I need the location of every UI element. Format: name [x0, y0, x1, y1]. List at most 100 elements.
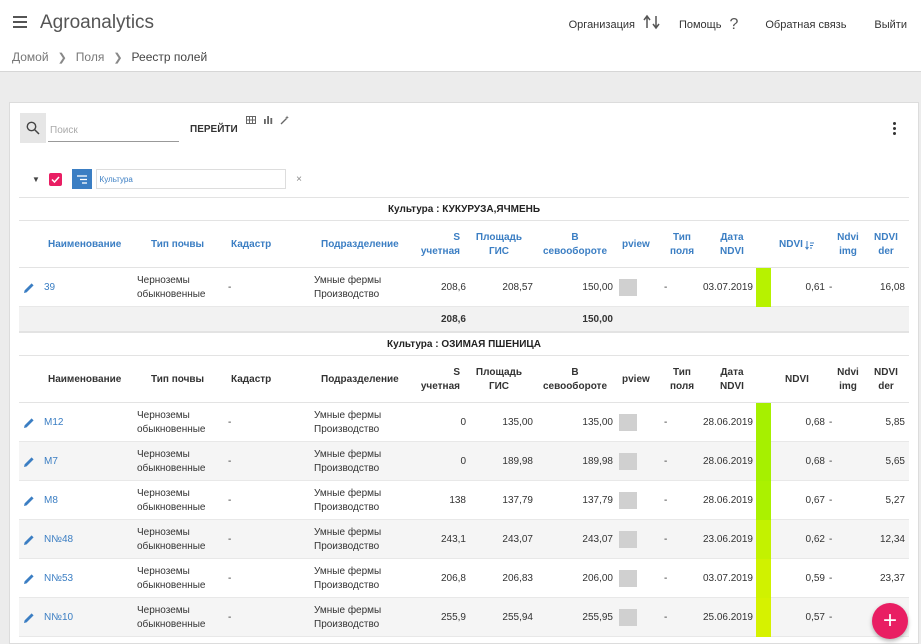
- column-header-division[interactable]: Подразделение: [321, 356, 399, 403]
- rotation-cell: 135,00: [582, 416, 613, 428]
- cadastre-cell: -: [228, 455, 232, 467]
- pview-cell[interactable]: [619, 520, 637, 559]
- pview-cell[interactable]: [619, 442, 637, 481]
- bar-chart-icon[interactable]: [263, 115, 273, 125]
- column-header-s-account[interactable]: S учетная: [414, 221, 460, 268]
- table-row[interactable]: N№10 Черноземы обыкновенные - Умные фермы П…: [19, 598, 909, 637]
- area-gis-cell: 206,83: [502, 572, 533, 584]
- soil-cell: Черноземы обыкновенные: [137, 487, 206, 513]
- ndvi-date-cell: 03.07.2019: [702, 572, 753, 584]
- table-row[interactable]: 39 Черноземы обыкновенные - Умные фермы Про…: [19, 268, 909, 307]
- field-type-cell: -: [664, 455, 668, 467]
- column-header-cadastre[interactable]: Кадастр: [231, 221, 271, 268]
- pencil-icon[interactable]: [23, 403, 35, 442]
- feedback-button[interactable]: Обратная связь: [765, 19, 846, 31]
- column-header-rotation[interactable]: В севообороте: [541, 221, 609, 268]
- caret-down-icon[interactable]: ▼: [32, 175, 49, 184]
- column-header-rotation[interactable]: В севообороте: [541, 356, 609, 403]
- column-header-ndvi[interactable]: NDVI: [785, 356, 809, 403]
- soil-cell: Черноземы обыкновенные: [137, 604, 206, 630]
- s-account-cell: 255,9: [440, 611, 466, 623]
- search-input[interactable]: [48, 119, 179, 142]
- column-header-field-type[interactable]: Тип поля: [667, 356, 697, 403]
- pencil-icon[interactable]: [23, 598, 35, 637]
- ndvi-cell: 0,57: [805, 611, 825, 623]
- ndvi-der-cell: 5,27: [885, 494, 905, 506]
- add-field-button[interactable]: +: [872, 603, 908, 639]
- organization-button[interactable]: Организация: [569, 14, 661, 35]
- field-type-cell: -: [664, 533, 668, 545]
- field-name-link[interactable]: M12: [44, 403, 63, 442]
- column-header-ndvi-date[interactable]: Дата NDVI: [709, 356, 755, 403]
- table-row[interactable]: M12 Черноземы обыкновенные - Умные фермы Пр…: [19, 403, 909, 442]
- table-header: Наименование Тип почвы Кадастр Подраздел…: [19, 221, 909, 268]
- ndvi-date-cell: 28.06.2019: [702, 494, 753, 506]
- column-header-ndvi-der[interactable]: NDVI der: [871, 221, 901, 268]
- search-button[interactable]: [20, 113, 46, 143]
- field-name-link[interactable]: N№53: [44, 559, 73, 598]
- s-account-cell: 243,1: [440, 533, 466, 545]
- pencil-icon[interactable]: [23, 268, 35, 307]
- column-header-ndvi[interactable]: NDVI: [779, 221, 815, 268]
- table-row[interactable]: N№53 Черноземы обыкновенные - Умные фермы П…: [19, 559, 909, 598]
- hamburger-menu-icon[interactable]: [13, 16, 27, 28]
- pencil-icon[interactable]: [23, 442, 35, 481]
- column-header-pview[interactable]: pview: [622, 221, 650, 268]
- more-options-icon[interactable]: [893, 122, 897, 137]
- column-header-name[interactable]: Наименование: [48, 356, 121, 403]
- grouping-field[interactable]: Культура: [95, 169, 287, 189]
- go-button[interactable]: ПЕРЕЙТИ: [190, 124, 238, 135]
- help-button[interactable]: Помощь ?: [679, 16, 738, 34]
- breadcrumb-home[interactable]: Домой: [12, 50, 49, 64]
- pview-cell[interactable]: [619, 481, 637, 520]
- column-header-pview[interactable]: pview: [622, 356, 650, 403]
- column-header-ndvi-img[interactable]: Ndvi img: [834, 356, 862, 403]
- pview-cell[interactable]: [619, 559, 637, 598]
- grouping-checkbox[interactable]: [49, 172, 63, 186]
- table-row[interactable]: M7 Черноземы обыкновенные - Умные фермы Про…: [19, 442, 909, 481]
- column-header-ndvi-img[interactable]: Ndvi img: [834, 221, 862, 268]
- ndvi-cell: 0,59: [805, 572, 825, 584]
- field-name-link[interactable]: 39: [44, 268, 55, 307]
- table-view-icon[interactable]: [246, 115, 256, 125]
- field-name-link[interactable]: M7: [44, 442, 58, 481]
- column-header-ndvi-date[interactable]: Дата NDVI: [709, 221, 755, 268]
- soil-cell: Черноземы обыкновенные: [137, 526, 206, 552]
- breadcrumb-fields[interactable]: Поля: [76, 50, 105, 64]
- table-row[interactable]: N№48 Черноземы обыкновенные - Умные фермы П…: [19, 520, 909, 559]
- column-header-name[interactable]: Наименование: [48, 221, 121, 268]
- column-header-cadastre[interactable]: Кадастр: [231, 356, 271, 403]
- column-header-area-gis[interactable]: Площадь ГИС: [471, 221, 527, 268]
- field-name-link[interactable]: N№48: [44, 520, 73, 559]
- table-row[interactable]: M8 Черноземы обыкновенные - Умные фермы Про…: [19, 481, 909, 520]
- pencil-icon[interactable]: [23, 520, 35, 559]
- column-header-s-account[interactable]: S учетная: [414, 356, 460, 403]
- field-shape-thumbnail: [619, 414, 637, 431]
- column-header-division[interactable]: Подразделение: [321, 221, 399, 268]
- close-icon[interactable]: ×: [296, 174, 302, 185]
- help-label: Помощь: [678, 18, 722, 31]
- column-header-area-gis[interactable]: Площадь ГИС: [471, 356, 527, 403]
- field-name-link[interactable]: N№10: [44, 598, 73, 637]
- pview-cell[interactable]: [619, 403, 637, 442]
- division-cell: Умные фермы Производство: [314, 604, 382, 630]
- pview-cell[interactable]: [619, 598, 637, 637]
- pencil-icon[interactable]: [23, 481, 35, 520]
- column-header-soil[interactable]: Тип почвы: [151, 356, 204, 403]
- ndvi-der-cell: 23,37: [879, 572, 905, 584]
- column-header-field-type[interactable]: Тип поля: [667, 221, 697, 268]
- logout-button[interactable]: Выйти: [874, 19, 907, 31]
- check-icon: [51, 175, 60, 183]
- field-name-link[interactable]: M8: [44, 481, 58, 520]
- ndvi-cell: 0,62: [805, 533, 825, 545]
- magic-wand-icon[interactable]: [280, 115, 290, 125]
- pview-cell[interactable]: [619, 268, 637, 307]
- ndvi-cell: 0,67: [805, 494, 825, 506]
- column-header-ndvi-der[interactable]: NDVI der: [871, 356, 901, 403]
- s-account-cell: 208,6: [440, 281, 466, 293]
- breadcrumb: Домой ❯ Поля ❯ Реестр полей: [12, 50, 207, 64]
- column-header-soil[interactable]: Тип почвы: [151, 221, 204, 268]
- pencil-icon[interactable]: [23, 559, 35, 598]
- ndvi-header-label: NDVI: [779, 238, 803, 250]
- ndvi-color-bar: [756, 481, 771, 520]
